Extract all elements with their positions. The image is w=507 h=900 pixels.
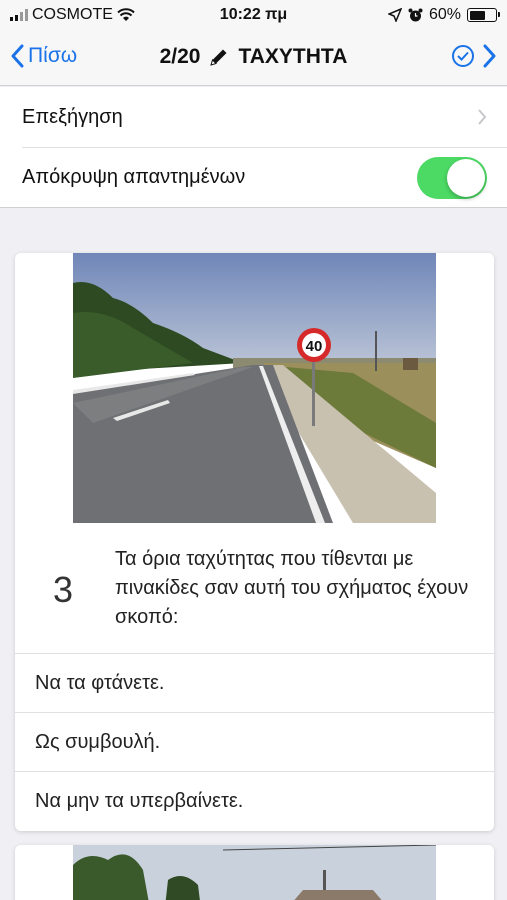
disclosure-chevron-icon bbox=[478, 109, 487, 125]
status-bar: COSMOTE 10:22 πμ 60% bbox=[0, 0, 507, 30]
question-progress: 2/20 bbox=[159, 45, 201, 68]
alarm-clock-icon bbox=[408, 8, 423, 21]
next-question-image bbox=[73, 845, 436, 900]
answers-list: Να τα φτάνετε. Ως συμβουλή. Να μην τα υπ… bbox=[15, 653, 494, 830]
question-card: 40 3 Τα όρια ταχύτητας που τίθενται με π… bbox=[15, 253, 494, 831]
category-title: ΤΑΧΥΤΗΤΑ bbox=[238, 45, 348, 68]
toggle-knob bbox=[447, 158, 485, 197]
page-title: 2/20 ΤΑΧΥΤΗΤΑ bbox=[0, 45, 507, 69]
navigation-bar: Πίσω 2/20 ΤΑΧΥΤΗΤΑ bbox=[0, 30, 507, 86]
question-number: 3 bbox=[53, 569, 74, 610]
settings-list: Επεξήγηση Απόκρυψη απαντημένων bbox=[0, 87, 507, 208]
question-area: 3 Τα όρια ταχύτητας που τίθενται με πινα… bbox=[15, 523, 494, 653]
battery-icon bbox=[467, 8, 500, 22]
check-circle-icon[interactable] bbox=[451, 44, 475, 68]
location-arrow-icon bbox=[387, 8, 402, 22]
hide-answered-toggle[interactable] bbox=[417, 156, 487, 199]
hide-answered-label: Απόκρυψη απαντημένων bbox=[22, 166, 246, 188]
explanation-label: Επεξήγηση bbox=[22, 105, 123, 128]
next-question-card bbox=[15, 845, 494, 900]
question-text: Τα όρια ταχύτητας που τίθενται με πινακί… bbox=[115, 548, 469, 628]
battery-percent: 60% bbox=[428, 6, 461, 23]
answer-option-2[interactable]: Ως συμβουλή. bbox=[15, 712, 494, 771]
question-image: 40 bbox=[73, 253, 436, 523]
svg-text:40: 40 bbox=[306, 338, 323, 355]
answer-option-3[interactable]: Να μην τα υπερβαίνετε. bbox=[15, 771, 494, 830]
answer-option-1[interactable]: Να τα φτάνετε. bbox=[15, 653, 494, 712]
explanation-row[interactable]: Επεξήγηση bbox=[0, 87, 507, 147]
pencil-icon bbox=[210, 49, 227, 66]
hide-answered-row: Απόκρυψη απαντημένων bbox=[22, 147, 507, 207]
chevron-right-icon[interactable] bbox=[483, 44, 497, 68]
